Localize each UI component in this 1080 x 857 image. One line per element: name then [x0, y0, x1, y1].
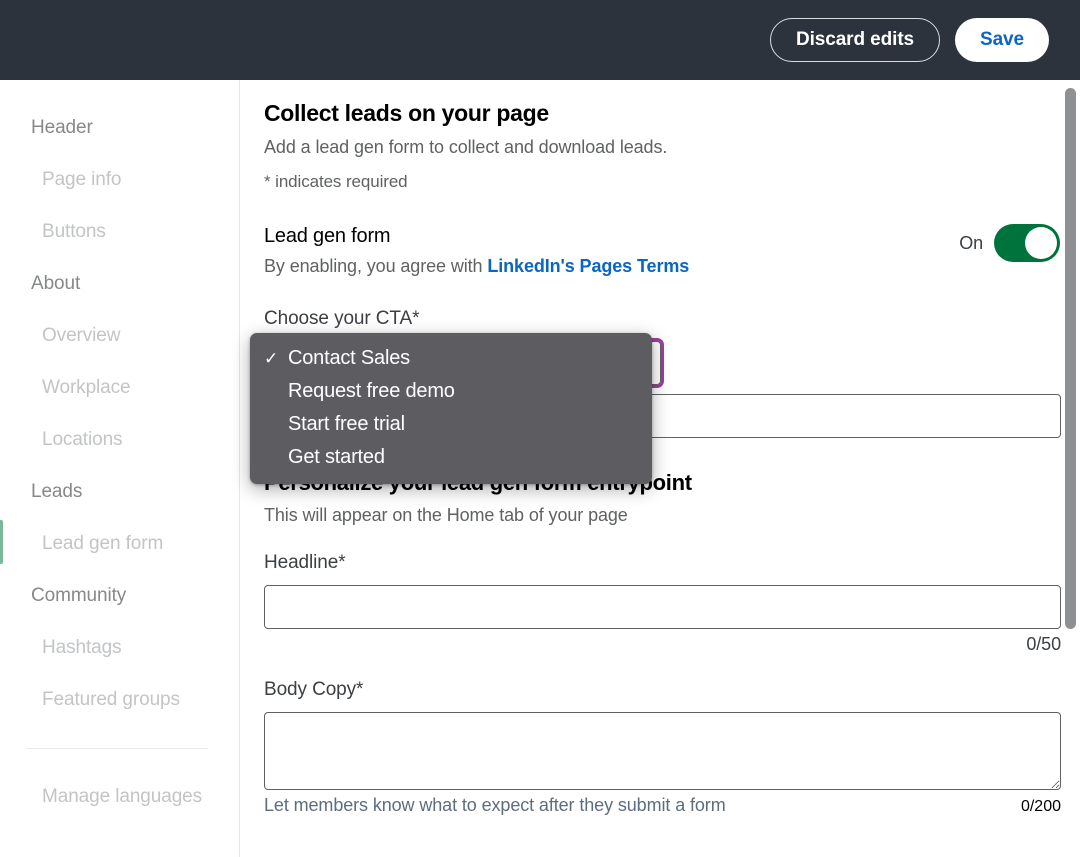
main-scrollbar[interactable]	[1065, 84, 1076, 853]
sidebar-heading-about: About	[31, 273, 81, 294]
body-copy-helper-text: Let members know what to expect after th…	[264, 795, 726, 815]
headline-input[interactable]	[264, 585, 1061, 629]
sidebar-heading-header: Header	[31, 117, 93, 138]
headline-character-counter: 0/50	[1026, 634, 1061, 654]
cta-option-start-free-trial[interactable]: Start free trial	[250, 408, 652, 441]
sidebar-item-page-info[interactable]: Page info	[0, 154, 239, 206]
sidebar-item-overview[interactable]: Overview	[0, 310, 239, 362]
sidebar-item-buttons[interactable]: Buttons	[0, 206, 239, 258]
cta-option-label: Contact Sales	[288, 347, 410, 369]
lead-gen-form-toggle-row: Lead gen form By enabling, you agree wit…	[264, 222, 1060, 279]
top-action-bar: Discard edits Save	[0, 0, 1080, 80]
lead-gen-form-toggle-control: On	[959, 222, 1060, 262]
sidebar-heading-leads: Leads	[31, 481, 83, 502]
sidebar-item-manage-languages[interactable]: Manage languages	[0, 771, 239, 823]
sidebar-item-featured-groups[interactable]: Featured groups	[0, 674, 239, 726]
sidebar-group-header: Header Page info Buttons	[0, 102, 239, 258]
lead-gen-form-label: Lead gen form	[264, 225, 391, 247]
personalize-section-subtitle: This will appear on the Home tab of your…	[264, 505, 628, 525]
body-copy-textarea[interactable]	[264, 712, 1061, 790]
toggle-knob	[1025, 227, 1057, 259]
sidebar-item-locations[interactable]: Locations	[0, 414, 239, 466]
cta-option-label: Request free demo	[288, 380, 455, 402]
headline-field-label: Headline*	[264, 552, 346, 573]
body-copy-character-counter: 0/200	[1020, 798, 1061, 815]
sidebar-divider	[26, 748, 208, 749]
main-scrollbar-thumb[interactable]	[1065, 88, 1076, 629]
cta-option-label: Get started	[288, 446, 385, 468]
sidebar-group-about: About Overview Workplace Locations	[0, 258, 239, 466]
cta-option-label: Start free trial	[288, 413, 405, 435]
sidebar-group-community: Community Hashtags Featured groups	[0, 570, 239, 726]
body-copy-field-label: Body Copy*	[264, 679, 364, 700]
settings-sidebar: Header Page info Buttons About Overview …	[0, 80, 240, 857]
cta-option-contact-sales[interactable]: ✓ Contact Sales	[250, 342, 652, 375]
check-icon: ✓	[264, 348, 279, 368]
cta-option-request-free-demo[interactable]: Request free demo	[250, 375, 652, 408]
sidebar-heading-community: Community	[31, 585, 127, 606]
sidebar-item-workplace[interactable]: Workplace	[0, 362, 239, 414]
terms-agreement-text: By enabling, you agree with LinkedIn's P…	[264, 253, 959, 279]
lead-gen-form-toggle-switch[interactable]	[994, 224, 1060, 262]
sidebar-group-leads: Leads Lead gen form	[0, 466, 239, 570]
terms-agreement-prefix: By enabling, you agree with	[264, 256, 488, 276]
required-fields-note: * indicates required	[264, 172, 408, 191]
body-copy-footer-row: Let members know what to expect after th…	[264, 795, 1061, 816]
page-subtitle: Add a lead gen form to collect and downl…	[264, 137, 668, 157]
page-title: Collect leads on your page	[264, 100, 549, 126]
sidebar-item-hashtags[interactable]: Hashtags	[0, 622, 239, 674]
cta-field-label: Choose your CTA*	[264, 308, 420, 329]
cta-select-dropdown-menu[interactable]: ✓ Contact Sales Request free demo Start …	[250, 333, 652, 484]
toggle-state-label: On	[959, 232, 983, 253]
cta-option-get-started[interactable]: Get started	[250, 441, 652, 474]
linkedin-pages-terms-link[interactable]: LinkedIn's Pages Terms	[487, 256, 689, 276]
sidebar-item-lead-gen-form[interactable]: Lead gen form	[0, 518, 239, 570]
lead-gen-form-toggle-labels: Lead gen form By enabling, you agree wit…	[264, 222, 959, 279]
save-button[interactable]: Save	[955, 18, 1049, 62]
discard-edits-button[interactable]: Discard edits	[769, 18, 941, 62]
